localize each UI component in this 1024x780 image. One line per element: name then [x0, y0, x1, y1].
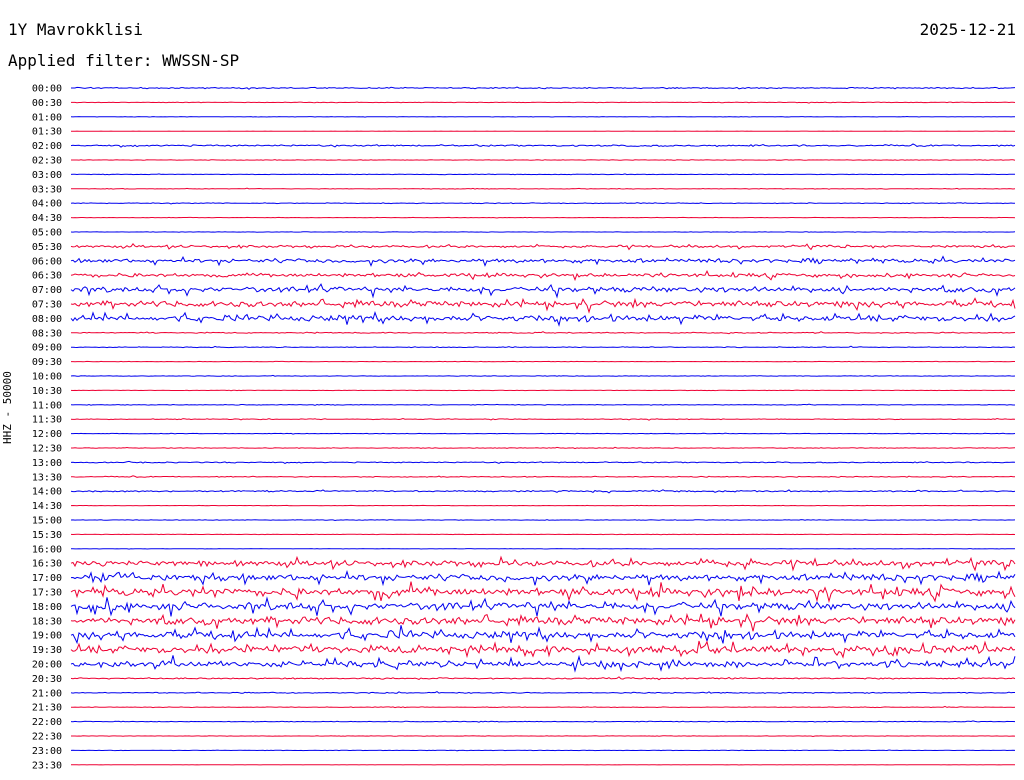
trace-row [70, 270, 1016, 282]
trace-row [70, 581, 1016, 604]
trace-row [70, 640, 1016, 659]
row-time-label: 02:30 [32, 156, 62, 167]
row-time-label: 21:00 [32, 688, 62, 699]
row-time-label: 14:30 [32, 501, 62, 512]
row-time-label: 01:30 [32, 127, 62, 138]
trace-row [71, 432, 1016, 435]
helicorder-plot: 00:00 00:30 01:00 01:30 02:00 02:30 03:00 03:30… [32, 84, 1016, 771]
trace-row [70, 417, 1016, 421]
trace-row [70, 654, 1016, 673]
trace-row [70, 676, 1016, 681]
trace-row [71, 159, 1016, 161]
trace-row [70, 555, 1016, 572]
row-time-label: 06:30 [32, 271, 62, 282]
trace-row [71, 475, 1016, 478]
trace-row [70, 403, 1015, 406]
row-time-label: 11:30 [32, 415, 62, 426]
row-time-label: 12:30 [32, 444, 62, 455]
trace-row [70, 691, 1015, 694]
row-time-label: 09:00 [32, 343, 62, 354]
row-time-label: 16:30 [32, 559, 62, 570]
trace-row [70, 202, 1016, 205]
row-time-label: 08:30 [32, 328, 62, 339]
row-time-label: 17:30 [32, 588, 62, 599]
row-time-label: 13:30 [32, 472, 62, 483]
row-time-label: 15:30 [32, 530, 62, 541]
trace-row [71, 86, 1016, 90]
row-time-label: 00:00 [32, 84, 62, 95]
trace-row [70, 519, 1016, 522]
row-time-label: 18:00 [32, 602, 62, 613]
row-time-label: 22:30 [32, 732, 62, 743]
row-time-label: 08:00 [32, 314, 62, 325]
trace-row [71, 345, 1016, 349]
row-time-label: 04:30 [32, 213, 62, 224]
row-time-label: 14:00 [32, 487, 62, 498]
row-time-label: 23:30 [32, 760, 62, 771]
trace-row [70, 243, 1016, 251]
trace-row [70, 374, 1016, 377]
row-time-label: 15:00 [32, 516, 62, 527]
trace-row [70, 311, 1016, 327]
channel-label: HHZ - 50000 [1, 371, 14, 444]
trace-row [71, 187, 1016, 190]
row-time-label: 13:00 [32, 458, 62, 469]
row-time-label: 23:00 [32, 746, 62, 757]
trace-row [70, 297, 1016, 314]
row-time-label: 17:00 [32, 573, 62, 584]
trace-row [70, 596, 1016, 617]
trace-row [70, 625, 1016, 645]
trace-row [70, 143, 1016, 148]
row-time-label: 10:00 [32, 372, 62, 383]
trace-row [70, 115, 1016, 118]
row-time-label: 21:30 [32, 703, 62, 714]
row-time-label: 05:00 [32, 228, 62, 239]
trace-row [70, 570, 1016, 587]
row-time-label: 01:00 [32, 112, 62, 123]
row-time-label: 10:30 [32, 386, 62, 397]
trace-row [71, 548, 1016, 550]
row-time-label: 19:00 [32, 631, 62, 642]
trace-row [70, 489, 1016, 494]
row-time-label: 07:30 [32, 300, 62, 311]
trace-row [70, 173, 1016, 176]
row-time-label: 12:00 [32, 429, 62, 440]
row-time-label: 18:30 [32, 616, 62, 627]
trace-row [70, 749, 1016, 752]
trace-row [70, 533, 1016, 536]
trace-row [70, 255, 1016, 267]
trace-row [70, 389, 1016, 392]
trace-row [71, 101, 1016, 104]
row-time-label: 09:30 [32, 357, 62, 368]
trace-row [70, 331, 1016, 335]
row-time-label: 03:00 [32, 170, 62, 181]
row-time-label: 05:30 [32, 242, 62, 253]
trace-row [70, 460, 1016, 464]
trace-row [70, 612, 1016, 632]
row-time-label: 07:00 [32, 285, 62, 296]
row-time-label: 04:00 [32, 199, 62, 210]
row-time-label: 22:00 [32, 717, 62, 728]
row-time-label: 11:00 [32, 400, 62, 411]
trace-row [70, 720, 1016, 723]
row-time-label: 00:30 [32, 98, 62, 109]
trace-row [70, 283, 1016, 299]
trace-row [70, 216, 1016, 219]
trace-row [71, 446, 1016, 450]
row-time-label: 06:00 [32, 256, 62, 267]
row-time-label: 16:00 [32, 544, 62, 555]
row-time-label: 20:30 [32, 674, 62, 685]
row-time-label: 19:30 [32, 645, 62, 656]
row-time-label: 02:00 [32, 141, 62, 152]
row-time-label: 20:00 [32, 660, 62, 671]
row-time-label: 03:30 [32, 184, 62, 195]
trace-row [71, 735, 1016, 738]
trace-row [71, 705, 1016, 709]
